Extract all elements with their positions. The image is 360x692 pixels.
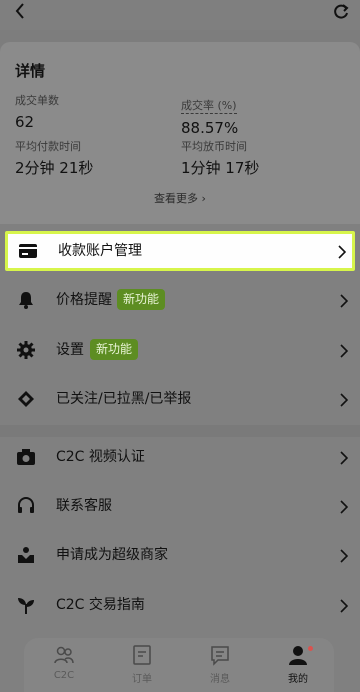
stat-avg-payment-time: 平均付款时间 2分钟 21秒 xyxy=(15,140,93,177)
top-bar xyxy=(0,0,360,30)
tab-orders[interactable]: 订单 xyxy=(112,644,172,688)
menu-item-followed-blocked-reported[interactable]: 已关注/已拉黑/已举报 xyxy=(0,375,360,425)
bell-icon xyxy=(19,292,33,309)
refresh-icon[interactable] xyxy=(330,0,352,22)
chevron-right-icon xyxy=(340,451,348,465)
notification-dot xyxy=(308,646,313,651)
tab-label: 消息 xyxy=(210,674,230,685)
chevron-right-icon xyxy=(340,344,348,358)
menu-item-label: 申请成为超级商家 xyxy=(56,547,168,563)
bottom-tab-bar: C2C 订单 消息 我的 xyxy=(24,638,334,692)
gear-icon xyxy=(17,341,35,359)
chevron-right-icon xyxy=(340,549,348,563)
see-more-link[interactable]: 查看更多 › xyxy=(0,190,360,206)
back-arrow-icon[interactable] xyxy=(10,0,32,22)
tab-label: 我的 xyxy=(288,674,308,685)
headset-icon xyxy=(18,497,34,513)
menu-item-label: 设置 xyxy=(56,342,84,358)
stat-value: 1分钟 17秒 xyxy=(181,159,260,177)
sprout-icon xyxy=(18,598,34,614)
menu-item-label: 价格提醒 xyxy=(56,292,112,308)
merchant-icon xyxy=(18,547,34,563)
chevron-right-icon xyxy=(340,393,348,407)
menu-item-label: 已关注/已拉黑/已举报 xyxy=(56,391,192,407)
menu-item-price-alert[interactable]: 价格提醒 新功能 xyxy=(0,276,360,326)
menu-item-label: 联系客服 xyxy=(56,498,112,514)
tab-c2c[interactable]: C2C xyxy=(34,644,94,688)
chevron-right-icon xyxy=(338,245,346,259)
camera-icon xyxy=(17,449,35,465)
menu-item-super-merchant[interactable]: 申请成为超级商家 xyxy=(0,531,360,581)
new-feature-badge: 新功能 xyxy=(117,289,166,310)
stat-value: 88.57% xyxy=(181,119,239,137)
menu-item-label: C2C 交易指南 xyxy=(56,597,145,613)
stat-completion-rate: 成交率 (%) 88.57% xyxy=(181,94,238,137)
stat-orders: 成交单数 62 xyxy=(15,94,59,131)
stat-value: 62 xyxy=(15,113,35,131)
card-icon xyxy=(19,244,37,258)
menu-item-payment-accounts[interactable]: 收款账户管理 xyxy=(5,231,355,271)
menu-item-video-verification[interactable]: C2C 视频认证 xyxy=(0,433,360,483)
tab-profile[interactable]: 我的 xyxy=(268,644,328,688)
chevron-right-icon xyxy=(340,500,348,514)
stat-label: 成交单数 xyxy=(15,94,59,107)
stat-label[interactable]: 成交率 (%) xyxy=(181,99,237,114)
details-title: 详情 xyxy=(15,62,46,80)
menu-item-trading-guide[interactable]: C2C 交易指南 xyxy=(0,581,360,631)
menu-item-label: 收款账户管理 xyxy=(58,243,142,259)
menu-item-contact-support[interactable]: 联系客服 xyxy=(0,482,360,532)
stat-label: 平均放币时间 xyxy=(181,140,247,153)
people-icon xyxy=(54,646,74,664)
tab-label: 订单 xyxy=(132,674,152,685)
stat-avg-release-time: 平均放币时间 1分钟 17秒 xyxy=(181,140,259,177)
tab-label: C2C xyxy=(53,670,75,681)
chevron-right-icon xyxy=(340,599,348,613)
order-icon xyxy=(133,645,151,665)
stat-value: 2分钟 21秒 xyxy=(15,159,94,177)
menu-item-settings[interactable]: 设置 新功能 xyxy=(0,326,360,376)
chevron-right-icon xyxy=(340,294,348,308)
profile-icon xyxy=(289,646,307,665)
menu-item-label: C2C 视频认证 xyxy=(56,449,145,465)
tab-messages[interactable]: 消息 xyxy=(190,644,250,688)
stat-label: 平均付款时间 xyxy=(15,140,81,153)
tag-icon xyxy=(18,391,34,407)
details-card: 详情 成交单数 62 成交率 (%) 88.57% 平均付款时间 2分钟 21秒… xyxy=(0,42,360,224)
message-icon xyxy=(211,646,229,666)
new-feature-badge: 新功能 xyxy=(90,339,139,360)
